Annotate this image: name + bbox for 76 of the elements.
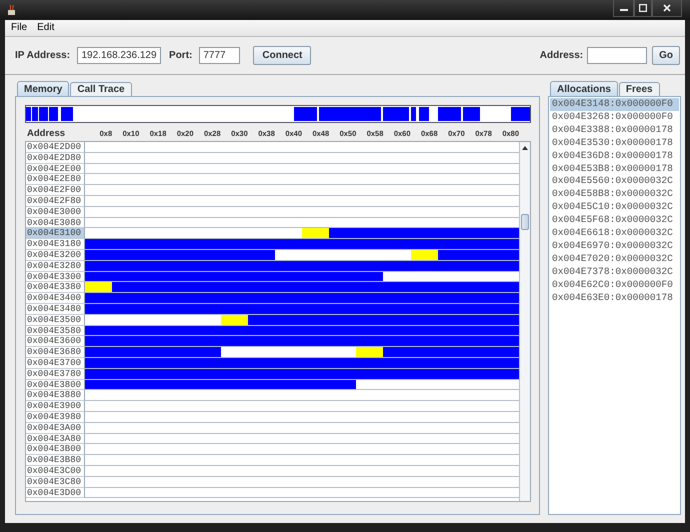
address-label: Address: — [540, 50, 584, 61]
chunk-header — [356, 347, 384, 357]
menu-item[interactable]: File — [7, 20, 32, 36]
scroll-up-icon[interactable] — [521, 144, 529, 152]
address-cell[interactable]: 0x004E3900 — [26, 401, 85, 412]
allocation-item[interactable]: 0x004E7020:0x0000032C — [550, 252, 679, 266]
chunk-header — [302, 228, 330, 238]
close-icon — [663, 4, 671, 12]
address-cell[interactable]: 0x004E3580 — [26, 326, 85, 336]
address-cell[interactable]: 0x004E3D00 — [26, 488, 85, 498]
tab[interactable]: Frees — [618, 82, 660, 96]
address-cell[interactable]: 0x004E3B00 — [26, 444, 85, 456]
allocation-item[interactable]: 0x004E63E0:0x00000178 — [550, 292, 679, 304]
port-label: Port: — [169, 50, 192, 61]
address-cell[interactable]: 0x004E3A80 — [26, 434, 85, 444]
allocation-item[interactable]: 0x004E3388:0x00000178 — [550, 124, 679, 137]
address-cell[interactable]: 0x004E2E00 — [26, 164, 85, 174]
maximize-icon — [639, 4, 647, 12]
address-cell[interactable]: 0x004E3100 — [26, 228, 85, 240]
address-cell[interactable]: 0x004E3780 — [26, 368, 85, 380]
menu-item[interactable]: Edit — [33, 20, 58, 36]
address-cell[interactable]: 0x004E3180 — [26, 239, 85, 250]
address-cell[interactable]: 0x004E3880 — [26, 390, 85, 402]
address-cell[interactable]: 0x004E3080 — [26, 218, 85, 228]
port-field[interactable]: 7777 — [199, 47, 240, 64]
maximize-button[interactable] — [634, 0, 652, 17]
address-cell[interactable]: 0x004E3600 — [26, 336, 85, 348]
address-cell[interactable]: 0x004E2F80 — [26, 196, 85, 207]
java-cup-icon — [6, 4, 18, 16]
allocation-item[interactable]: 0x004E36D8:0x00000178 — [550, 150, 679, 163]
minimize-button[interactable] — [613, 0, 634, 17]
address-cell[interactable]: 0x004E2D80 — [26, 152, 85, 164]
address-field[interactable] — [587, 47, 648, 64]
column-header: Address — [26, 128, 66, 138]
allocation-item[interactable]: 0x004E5560:0x0000032C — [550, 175, 679, 188]
ip-address-label: IP Address: — [15, 50, 70, 61]
allocation-item[interactable]: 0x004E3268:0x000000F0 — [550, 110, 679, 124]
chunk-header — [85, 282, 112, 292]
address-cell[interactable]: 0x004E3380 — [26, 282, 85, 294]
address-cell[interactable]: 0x004E3C80 — [26, 476, 85, 488]
tab[interactable]: Memory — [17, 81, 70, 96]
allocation-item[interactable]: 0x004E6618:0x0000032C — [550, 227, 679, 240]
allocation-item[interactable]: 0x004E3148:0x000000F0 — [550, 98, 679, 111]
address-cell[interactable]: 0x004E3400 — [26, 293, 85, 304]
address-cell[interactable]: 0x004E3280 — [26, 260, 85, 272]
address-cell[interactable]: 0x004E3480 — [26, 304, 85, 315]
address-cell[interactable]: 0x004E3A00 — [26, 422, 85, 434]
allocation-item[interactable]: 0x004E5C10:0x0000032C — [550, 201, 679, 214]
tab[interactable]: Call Trace — [70, 82, 132, 96]
address-cell[interactable]: 0x004E3980 — [26, 412, 85, 423]
scroll-thumb[interactable] — [521, 214, 529, 230]
address-cell[interactable]: 0x004E3500 — [26, 314, 85, 326]
allocation-item[interactable]: 0x004E62C0:0x000000F0 — [550, 278, 679, 292]
address-cell[interactable]: 0x004E2F00 — [26, 185, 85, 196]
allocation-item[interactable]: 0x004E53B8:0x00000178 — [550, 162, 679, 176]
scroll-bar[interactable] — [519, 142, 530, 501]
address-cell[interactable]: 0x004E3700 — [26, 358, 85, 369]
address-cell[interactable]: 0x004E3C00 — [26, 466, 85, 477]
address-cell[interactable]: 0x004E3680 — [26, 347, 85, 358]
address-cell[interactable]: 0x004E3B80 — [26, 455, 85, 466]
address-cell[interactable]: 0x004E2D00 — [26, 142, 85, 153]
address-cell[interactable]: 0x004E3000 — [26, 206, 85, 218]
connect-button[interactable]: Connect — [253, 46, 312, 65]
allocation-item[interactable]: 0x004E58B8:0x0000032C — [550, 188, 679, 202]
ip-address-field[interactable]: 192.168.236.129 — [77, 47, 162, 64]
go-button[interactable]: Go — [652, 46, 680, 65]
close-button[interactable] — [652, 0, 682, 17]
allocation-item[interactable]: 0x004E5F68:0x0000032C — [550, 214, 679, 228]
allocation-item[interactable]: 0x004E3530:0x00000178 — [550, 136, 679, 150]
address-cell[interactable]: 0x004E3300 — [26, 272, 85, 282]
address-cell[interactable]: 0x004E2E80 — [26, 174, 85, 186]
address-cell[interactable]: 0x004E3800 — [26, 380, 85, 390]
tab[interactable]: Allocations — [550, 81, 618, 96]
allocation-item[interactable]: 0x004E6970:0x0000032C — [550, 240, 679, 253]
allocation-item[interactable]: 0x004E7378:0x0000032C — [550, 266, 679, 279]
address-cell[interactable]: 0x004E3200 — [26, 250, 85, 261]
